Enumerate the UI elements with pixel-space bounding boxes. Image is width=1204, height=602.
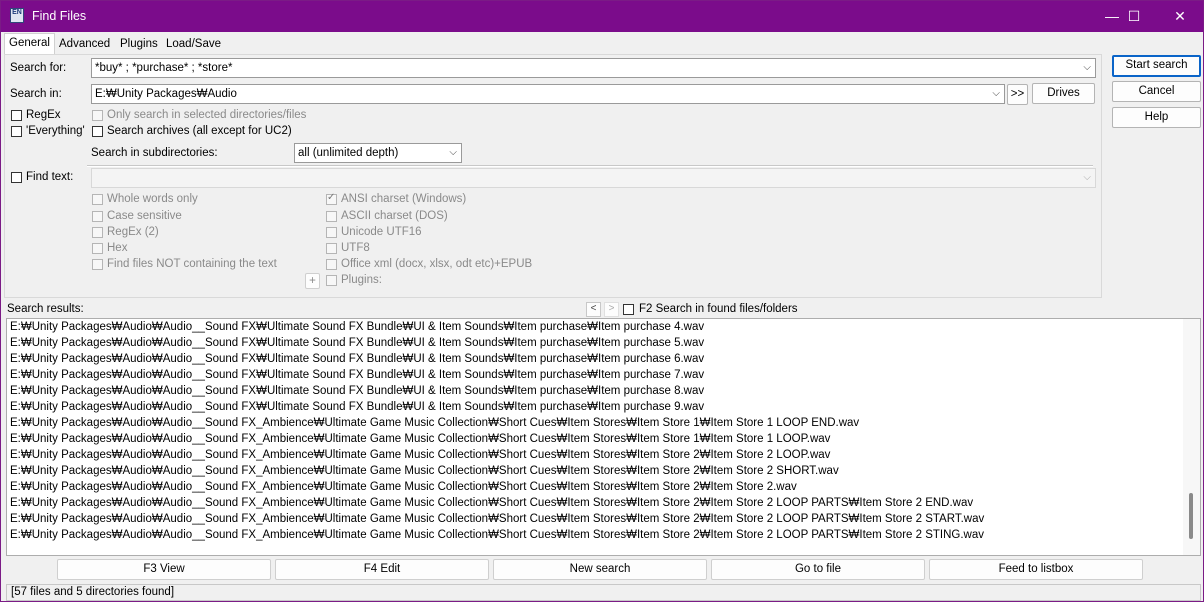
regex2-label: RegEx (2) xyxy=(107,226,159,238)
subdirs-value: all (unlimited depth) xyxy=(298,147,399,159)
scrollbar-thumb[interactable] xyxy=(1189,493,1193,539)
f2-search-label: F2 Search in found files/folders xyxy=(639,303,798,315)
plugins-expand-button[interactable]: + xyxy=(305,273,320,289)
office-xml-label: Office xml (docx, xlsx, odt etc)+EPUB xyxy=(341,258,533,270)
regex-label: RegEx xyxy=(26,109,61,121)
list-item[interactable]: E:₩Unity Packages₩Audio₩Audio__Sound FX₩… xyxy=(10,337,704,349)
list-item[interactable]: E:₩Unity Packages₩Audio₩Audio__Sound FX_… xyxy=(10,449,830,461)
chevron-down-icon[interactable]: ⌵ xyxy=(449,144,457,162)
app-icon: EN xyxy=(10,8,24,23)
search-for-label: Search for: xyxy=(10,62,67,74)
subdirs-select[interactable]: all (unlimited depth) ⌵ xyxy=(294,143,462,163)
list-item[interactable]: E:₩Unity Packages₩Audio₩Audio__Sound FX₩… xyxy=(10,321,704,333)
find-text-checkbox[interactable] xyxy=(11,172,22,183)
find-text-label: Find text: xyxy=(26,171,74,183)
f2-search-checkbox[interactable] xyxy=(623,304,634,315)
f3-view-button[interactable]: F3 View xyxy=(57,559,271,580)
new-search-button[interactable]: New search xyxy=(493,559,707,580)
vertical-scrollbar[interactable] xyxy=(1183,319,1200,555)
ascii-label: ASCII charset (DOS) xyxy=(341,210,448,222)
everything-checkbox[interactable] xyxy=(11,126,22,137)
window-title: Find Files xyxy=(32,9,87,23)
search-for-value: *buy* ; *purchase* ; *store* xyxy=(95,62,233,74)
regex-checkbox[interactable] xyxy=(11,110,22,121)
prev-button[interactable]: < xyxy=(586,302,601,317)
list-item[interactable]: E:₩Unity Packages₩Audio₩Audio__Sound FX_… xyxy=(10,481,797,493)
search-results-label: Search results: xyxy=(7,303,84,315)
close-icon[interactable]: ✕ xyxy=(1157,1,1203,32)
hex-checkbox[interactable] xyxy=(92,243,103,254)
chevron-down-icon[interactable]: ⌵ xyxy=(992,85,1000,103)
search-archives-checkbox[interactable] xyxy=(92,126,103,137)
list-item[interactable]: E:₩Unity Packages₩Audio₩Audio__Sound FX_… xyxy=(10,497,973,509)
case-sensitive-label: Case sensitive xyxy=(107,210,182,222)
whole-words-label: Whole words only xyxy=(107,193,198,205)
ansi-checkbox[interactable] xyxy=(326,192,337,205)
find-files-window: EN Find Files — ☐ ✕ General Advanced Plu… xyxy=(0,0,1204,602)
plugins-label: Plugins: xyxy=(341,274,382,286)
search-for-input[interactable]: *buy* ; *purchase* ; *store* ⌵ xyxy=(91,58,1096,78)
next-button[interactable]: > xyxy=(604,302,619,317)
search-in-value: E:₩Unity Packages₩Audio xyxy=(95,88,237,100)
everything-label: 'Everything' xyxy=(26,125,85,137)
search-in-label: Search in: xyxy=(10,88,62,100)
maximize-icon[interactable]: ☐ xyxy=(1111,1,1157,32)
list-item[interactable]: E:₩Unity Packages₩Audio₩Audio__Sound FX_… xyxy=(10,433,830,445)
regex2-checkbox[interactable] xyxy=(92,227,103,238)
list-item[interactable]: E:₩Unity Packages₩Audio₩Audio__Sound FX₩… xyxy=(10,369,704,381)
subdirs-label: Search in subdirectories: xyxy=(91,147,218,159)
status-bar: [57 files and 5 directories found] xyxy=(6,584,1201,601)
feed-to-listbox-button[interactable]: Feed to listbox xyxy=(929,559,1143,580)
only-selected-label: Only search in selected directories/file… xyxy=(107,109,307,121)
cancel-button[interactable]: Cancel xyxy=(1112,81,1201,102)
whole-words-checkbox[interactable] xyxy=(92,194,103,205)
utf16-label: Unicode UTF16 xyxy=(341,226,422,238)
go-to-file-button[interactable]: Go to file xyxy=(711,559,925,580)
list-item[interactable]: E:₩Unity Packages₩Audio₩Audio__Sound FX₩… xyxy=(10,401,704,413)
list-item[interactable]: E:₩Unity Packages₩Audio₩Audio__Sound FX_… xyxy=(10,465,839,477)
drives-button[interactable]: Drives xyxy=(1032,83,1095,104)
search-in-input[interactable]: E:₩Unity Packages₩Audio ⌵ xyxy=(91,84,1005,104)
list-item[interactable]: E:₩Unity Packages₩Audio₩Audio__Sound FX₩… xyxy=(10,353,704,365)
hex-label: Hex xyxy=(107,242,128,254)
utf8-checkbox[interactable] xyxy=(326,243,337,254)
ascii-checkbox[interactable] xyxy=(326,211,337,222)
help-button[interactable]: Help xyxy=(1112,107,1201,128)
utf8-label: UTF8 xyxy=(341,242,370,254)
list-item[interactable]: E:₩Unity Packages₩Audio₩Audio__Sound FX₩… xyxy=(10,385,704,397)
only-selected-checkbox[interactable] xyxy=(92,110,103,121)
case-sensitive-checkbox[interactable] xyxy=(92,211,103,222)
list-item[interactable]: E:₩Unity Packages₩Audio₩Audio__Sound FX_… xyxy=(10,529,984,541)
find-text-input[interactable]: ⌵ xyxy=(91,168,1096,188)
list-item[interactable]: E:₩Unity Packages₩Audio₩Audio__Sound FX_… xyxy=(10,417,859,429)
chevron-down-icon: ⌵ xyxy=(1083,172,1091,183)
office-xml-checkbox[interactable] xyxy=(326,259,337,270)
separator xyxy=(87,165,1093,167)
status-text: [57 files and 5 directories found] xyxy=(11,586,175,598)
ansi-label: ANSI charset (Windows) xyxy=(341,193,467,205)
tab-plugins[interactable]: Plugins xyxy=(115,34,163,55)
title-bar[interactable]: EN Find Files — ☐ ✕ xyxy=(1,1,1203,32)
results-list[interactable]: E:₩Unity Packages₩Audio₩Audio__Sound FX₩… xyxy=(6,318,1201,556)
plugins-checkbox[interactable] xyxy=(326,275,337,286)
not-containing-checkbox[interactable] xyxy=(92,259,103,270)
start-search-button[interactable]: Start search xyxy=(1112,55,1201,77)
browse-button[interactable]: >> xyxy=(1007,84,1028,105)
f4-edit-button[interactable]: F4 Edit xyxy=(275,559,489,580)
tab-general[interactable]: General xyxy=(4,33,55,55)
tab-load-save[interactable]: Load/Save xyxy=(161,34,226,55)
chevron-down-icon[interactable]: ⌵ xyxy=(1083,59,1091,77)
search-archives-label: Search archives (all except for UC2) xyxy=(107,125,292,137)
utf16-checkbox[interactable] xyxy=(326,227,337,238)
list-item[interactable]: E:₩Unity Packages₩Audio₩Audio__Sound FX_… xyxy=(10,513,984,525)
not-containing-label: Find files NOT containing the text xyxy=(107,258,277,270)
tab-advanced[interactable]: Advanced xyxy=(54,34,115,55)
